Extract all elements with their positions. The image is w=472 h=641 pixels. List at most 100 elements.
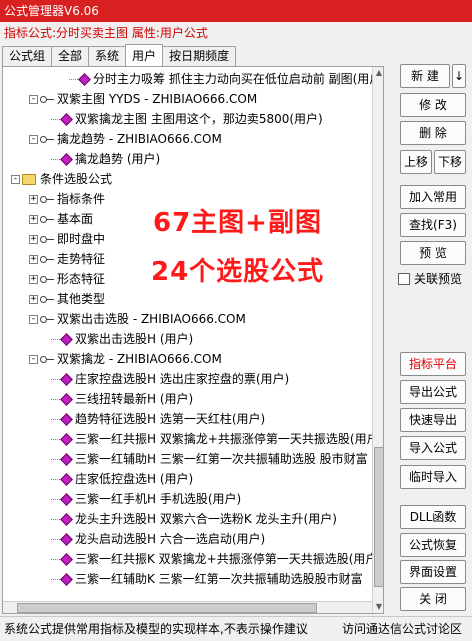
tree-item-label: 即时盘中 bbox=[57, 232, 106, 246]
collapse-icon[interactable]: - bbox=[29, 94, 38, 104]
tree-group-item[interactable]: - 双紫擒龙 - ZHIBIAO666.COM bbox=[29, 349, 222, 369]
tree-item-label: 双紫主图 YYDS - ZHIBIAO666.COM bbox=[57, 92, 258, 106]
overlay-text-screeners: 24个选股公式 bbox=[151, 257, 325, 287]
tree-formula-item[interactable]: 三紫一红辅助H 三紫一红第一次共振辅助选股 股市财富 bbox=[51, 449, 368, 469]
move-down-button[interactable]: 下移 bbox=[434, 150, 466, 174]
vertical-scrollbar[interactable]: ▲ ▼ bbox=[372, 67, 383, 613]
group-key-icon bbox=[40, 94, 54, 104]
formula-restore-button[interactable]: 公式恢复 bbox=[400, 533, 466, 557]
tree-group-item[interactable]: - 双紫出击选股 - ZHIBIAO666.COM bbox=[29, 309, 246, 329]
dll-functions-button[interactable]: DLL函数 bbox=[400, 505, 466, 529]
formula-gem-icon bbox=[61, 374, 71, 384]
tree-item-label: 三紫一红共振H 双紫擒龙+共振涨停第一天共振选股(用户) bbox=[75, 432, 384, 446]
tree-group-item[interactable]: + 即时盘中 bbox=[29, 229, 105, 249]
tree-group-item[interactable]: + 形态特征 bbox=[29, 269, 105, 289]
linked-preview-checkbox[interactable] bbox=[398, 272, 410, 285]
group-key-icon bbox=[40, 214, 54, 224]
group-key-icon bbox=[40, 254, 54, 264]
tab-all[interactable]: 全部 bbox=[51, 46, 90, 66]
tree-formula-item[interactable]: 龙头启动选股H 六合一选启动(用户) bbox=[51, 529, 265, 549]
expand-icon[interactable]: + bbox=[29, 194, 38, 204]
formula-gem-icon bbox=[61, 394, 71, 404]
tree-formula-item[interactable]: 双紫擒龙主图 主图用这个，那边卖5800(用户) bbox=[51, 109, 323, 129]
tree-formula-item[interactable]: 庄家控盘选股H 选出庄家控盘的票(用户) bbox=[51, 369, 289, 389]
tree-formula-item[interactable]: 三紫一红辅助K 三紫一红第一次共振辅助选股股市财富 bbox=[51, 569, 363, 589]
import-formula-button[interactable]: 导入公式 bbox=[400, 436, 466, 460]
collapse-icon[interactable]: - bbox=[29, 134, 38, 144]
expand-icon[interactable]: + bbox=[29, 214, 38, 224]
expand-icon[interactable]: + bbox=[29, 274, 38, 284]
collapse-icon[interactable]: - bbox=[11, 174, 20, 184]
new-button[interactable]: 新 建 bbox=[400, 64, 450, 88]
hscroll-thumb[interactable] bbox=[17, 603, 317, 613]
tree-group-item[interactable]: - 双紫主图 YYDS - ZHIBIAO666.COM bbox=[29, 89, 257, 109]
folder-icon bbox=[22, 173, 36, 185]
tree-formula-item[interactable]: 三紫一红手机H 手机选股(用户) bbox=[51, 489, 241, 509]
expand-icon[interactable]: + bbox=[29, 254, 38, 264]
formula-tree[interactable]: 分时主力吸筹 抓住主力动向买在低位启动前 副图(用户) - 双紫主图 YYDS - … bbox=[2, 66, 384, 614]
expand-icon[interactable]: + bbox=[29, 234, 38, 244]
export-formula-button[interactable]: 导出公式 bbox=[400, 380, 466, 404]
tree-item-label: 走势特征 bbox=[57, 252, 106, 266]
linked-preview-option[interactable]: 关联预览 bbox=[398, 270, 462, 287]
tree-formula-item[interactable]: 擒龙趋势 (用户) bbox=[51, 149, 160, 169]
delete-button[interactable]: 删 除 bbox=[400, 121, 466, 145]
tree-item-label: 形态特征 bbox=[57, 272, 106, 286]
preview-button[interactable]: 预 览 bbox=[400, 241, 466, 265]
scroll-down-icon[interactable]: ▼ bbox=[373, 601, 383, 613]
tree-formula-item[interactable]: 三紫一红共振K 双紫擒龙+共振涨停第一天共振选股(用户) bbox=[51, 549, 382, 569]
tree-formula-item[interactable]: 分时主力吸筹 抓住主力动向买在低位启动前 副图(用户) bbox=[69, 69, 383, 89]
tree-item-label: 龙头启动选股H 六合一选启动(用户) bbox=[75, 532, 266, 546]
status-bar: 系统公式提供常用指标及模型的实现样本,不表示操作建议 访问通达信公式讨论区 bbox=[0, 616, 472, 641]
tree-formula-item[interactable]: 庄家低控盘选H (用户) bbox=[51, 469, 193, 489]
horizontal-scrollbar[interactable] bbox=[3, 601, 372, 613]
formula-gem-icon bbox=[61, 534, 71, 544]
indicator-platform-button[interactable]: 指标平台 bbox=[400, 352, 466, 376]
tree-item-label: 三紫一红辅助K 三紫一红第一次共振辅助选股股市财富 bbox=[75, 572, 363, 586]
tree-formula-item[interactable]: 双紫出击选股H (用户) bbox=[51, 329, 193, 349]
tab-system[interactable]: 系统 bbox=[88, 46, 127, 66]
tree-item-label: 条件选股公式 bbox=[40, 172, 113, 186]
new-dropdown-button[interactable]: ↓ bbox=[452, 64, 466, 88]
formula-gem-icon bbox=[61, 114, 71, 124]
tree-formula-item[interactable]: 三紫一红共振H 双紫擒龙+共振涨停第一天共振选股(用户) bbox=[51, 429, 383, 449]
add-common-button[interactable]: 加入常用 bbox=[400, 185, 466, 209]
expand-icon[interactable]: + bbox=[29, 294, 38, 304]
find-button[interactable]: 查找(F3) bbox=[400, 213, 466, 237]
tree-group-item[interactable]: + 走势特征 bbox=[29, 249, 105, 269]
group-key-icon bbox=[40, 234, 54, 244]
tree-item-label: 龙头主升选股H 双紫六合一选粉K 龙头主升(用户) bbox=[75, 512, 337, 526]
tree-group-item[interactable]: + 指标条件 bbox=[29, 189, 105, 209]
collapse-icon[interactable]: - bbox=[29, 314, 38, 324]
scroll-up-icon[interactable]: ▲ bbox=[373, 67, 383, 79]
collapse-icon[interactable]: - bbox=[29, 354, 38, 364]
tree-folder[interactable]: - 条件选股公式 bbox=[11, 169, 112, 189]
tab-strip: 公式组 全部 系统 用户 按日期频度 bbox=[2, 44, 237, 66]
tree-formula-item[interactable]: 三线扭转最新H (用户) bbox=[51, 389, 193, 409]
temp-import-button[interactable]: 临时导入 bbox=[400, 465, 466, 489]
tree-formula-item[interactable]: 趋势特征选股H 选第一天红柱(用户) bbox=[51, 409, 265, 429]
tree-formula-item[interactable]: 龙头主升选股H 双紫六合一选粉K 龙头主升(用户) bbox=[51, 509, 337, 529]
quick-export-button[interactable]: 快速导出 bbox=[400, 408, 466, 432]
group-key-icon bbox=[40, 134, 54, 144]
status-disclaimer: 系统公式提供常用指标及模型的实现样本,不表示操作建议 bbox=[4, 622, 308, 636]
close-button[interactable]: 关 闭 bbox=[400, 587, 466, 611]
tab-user[interactable]: 用户 bbox=[125, 44, 164, 66]
tree-item-label: 双紫擒龙 - ZHIBIAO666.COM bbox=[57, 352, 222, 366]
tree-item-label: 趋势特征选股H 选第一天红柱(用户) bbox=[75, 412, 266, 426]
ui-settings-button[interactable]: 界面设置 bbox=[400, 560, 466, 584]
overlay-text-main-indicators: 67主图+副图 bbox=[153, 208, 322, 238]
move-up-button[interactable]: 上移 bbox=[400, 150, 432, 174]
tree-group-item[interactable]: + 其他类型 bbox=[29, 289, 105, 309]
tab-by-date-frequency[interactable]: 按日期频度 bbox=[162, 46, 237, 66]
tab-formula-group[interactable]: 公式组 bbox=[2, 46, 53, 66]
group-key-icon bbox=[40, 314, 54, 324]
tree-item-label: 其他类型 bbox=[57, 292, 106, 306]
modify-button[interactable]: 修 改 bbox=[400, 93, 466, 117]
tree-group-item[interactable]: - 擒龙趋势 - ZHIBIAO666.COM bbox=[29, 129, 222, 149]
tree-item-label: 双紫出击选股H (用户) bbox=[75, 332, 194, 346]
tree-group-item[interactable]: + 基本面 bbox=[29, 209, 93, 229]
forum-link[interactable]: 访问通达信公式讨论区 bbox=[342, 617, 462, 641]
formula-gem-icon bbox=[61, 454, 71, 464]
scroll-thumb[interactable] bbox=[374, 447, 383, 587]
